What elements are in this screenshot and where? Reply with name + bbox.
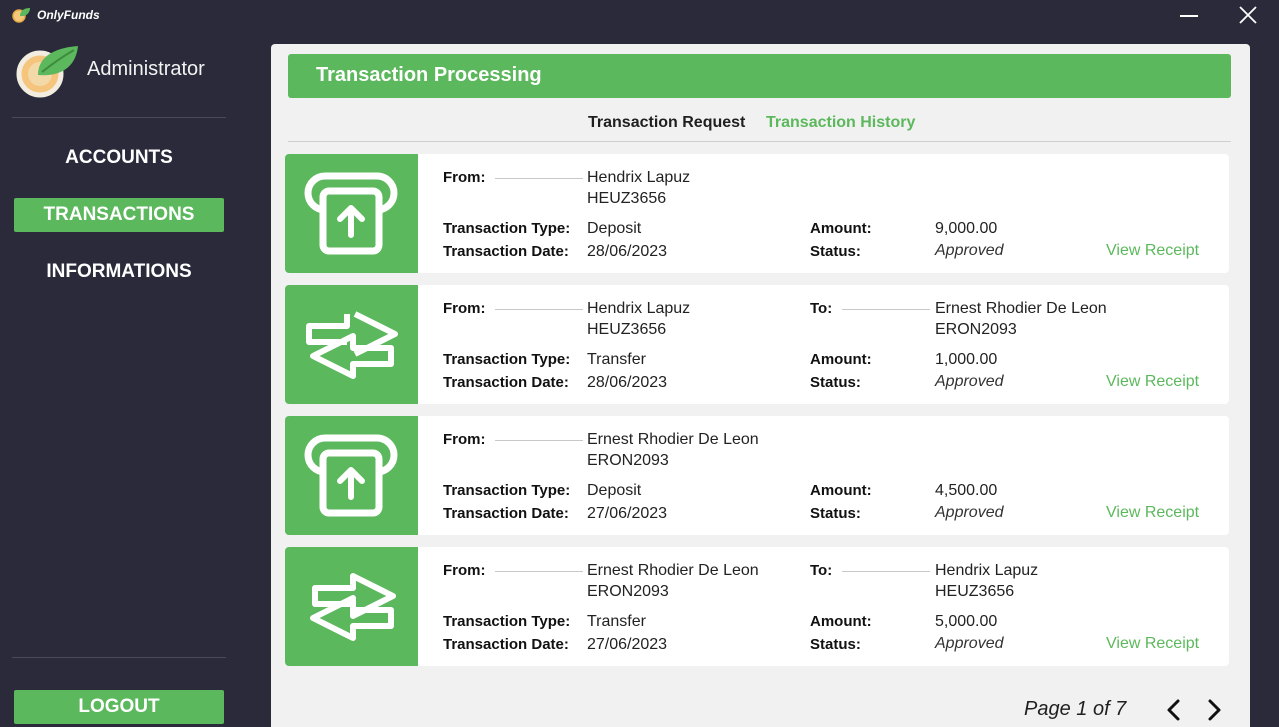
transaction-date-label: Transaction Date: xyxy=(443,636,569,653)
amount-value: 4,500.00 xyxy=(935,482,998,499)
view-receipt-link[interactable]: View Receipt xyxy=(1106,635,1199,653)
transaction-date-value: 28/06/2023 xyxy=(587,243,668,260)
transaction-type-value: Transfer xyxy=(587,351,646,368)
to-name: Hendrix Lapuz xyxy=(935,562,1039,579)
tab-divider xyxy=(288,141,1231,142)
transaction-type-label: Transaction Type: xyxy=(443,482,571,499)
view-receipt-link[interactable]: View Receipt xyxy=(1106,242,1199,260)
minimize-icon[interactable] xyxy=(1180,4,1200,24)
amount-value: 9,000.00 xyxy=(935,220,998,237)
from-account-id: ERON2093 xyxy=(587,452,669,469)
page-header: Transaction Processing xyxy=(288,54,1231,98)
transaction-date-value: 28/06/2023 xyxy=(587,374,668,391)
status-value: Approved xyxy=(935,635,1004,652)
status-label: Status: xyxy=(810,636,861,653)
transaction-card: From: Ernest Rhodier De Leon ERON2093 Tr… xyxy=(285,416,1229,535)
app-title: OnlyFunds xyxy=(37,8,100,22)
tab-transaction-request[interactable]: Transaction Request xyxy=(588,114,745,132)
logout-button[interactable]: LOGOUT xyxy=(14,690,224,724)
tab-transaction-history[interactable]: Transaction History xyxy=(766,114,915,132)
sidebar-item-transactions[interactable]: TRANSACTIONS xyxy=(14,198,224,232)
view-receipt-link[interactable]: View Receipt xyxy=(1106,373,1199,391)
transaction-type-label: Transaction Type: xyxy=(443,220,571,237)
status-value: Approved xyxy=(935,504,1004,521)
from-label: From: xyxy=(443,169,486,186)
transaction-card: From: Hendrix Lapuz HEUZ3656 To: Ernest … xyxy=(285,285,1229,404)
amount-label: Amount: xyxy=(810,613,872,630)
transaction-icon-box xyxy=(285,547,418,666)
transaction-date-value: 27/06/2023 xyxy=(587,505,668,522)
transaction-type-value: Deposit xyxy=(587,220,642,237)
from-name: Ernest Rhodier De Leon xyxy=(587,562,759,579)
page-title: Transaction Processing xyxy=(316,64,542,86)
deposit-icon xyxy=(304,434,398,517)
from-account-id: HEUZ3656 xyxy=(587,190,667,207)
transaction-date-label: Transaction Date: xyxy=(443,243,569,260)
amount-label: Amount: xyxy=(810,220,872,237)
from-name: Ernest Rhodier De Leon xyxy=(587,431,759,448)
avatar xyxy=(16,46,78,98)
from-label: From: xyxy=(443,431,486,448)
status-label: Status: xyxy=(810,374,861,391)
from-account-id: ERON2093 xyxy=(587,583,669,600)
sidebar-item-informations[interactable]: INFORMATIONS xyxy=(14,255,224,289)
sidebar-item-accounts[interactable]: ACCOUNTS xyxy=(14,141,224,175)
main-panel: Transaction Processing Transaction Reque… xyxy=(271,44,1250,727)
leader-line xyxy=(495,178,583,179)
transaction-date-label: Transaction Date: xyxy=(443,505,569,522)
sidebar-divider xyxy=(12,657,226,658)
status-label: Status: xyxy=(810,243,861,260)
leader-line xyxy=(842,571,930,572)
sidebar: Administrator ACCOUNTS TRANSACTIONS INFO… xyxy=(0,32,241,727)
transfer-icon xyxy=(310,573,396,641)
deposit-icon xyxy=(304,172,398,255)
to-label: To: xyxy=(810,300,833,317)
page-indicator: Page 1 of 7 xyxy=(1024,698,1127,720)
app-logo-icon xyxy=(12,8,30,23)
transaction-icon-box xyxy=(285,285,418,404)
transaction-type-value: Deposit xyxy=(587,482,642,499)
from-account-id: HEUZ3656 xyxy=(587,321,667,338)
amount-value: 1,000.00 xyxy=(935,351,998,368)
leader-line xyxy=(842,309,930,310)
transaction-card: From: Ernest Rhodier De Leon ERON2093 To… xyxy=(285,547,1229,666)
transaction-date-value: 27/06/2023 xyxy=(587,636,668,653)
to-account-id: HEUZ3656 xyxy=(935,583,1015,600)
chevron-left-icon[interactable] xyxy=(1164,697,1184,723)
view-receipt-link[interactable]: View Receipt xyxy=(1106,504,1199,522)
leader-line xyxy=(495,440,583,441)
sidebar-divider xyxy=(12,117,226,118)
transfer-icon xyxy=(306,311,398,379)
transaction-type-label: Transaction Type: xyxy=(443,613,571,630)
status-value: Approved xyxy=(935,373,1004,390)
admin-name: Administrator xyxy=(87,58,205,80)
amount-label: Amount: xyxy=(810,482,872,499)
amount-value: 5,000.00 xyxy=(935,613,998,630)
transaction-type-label: Transaction Type: xyxy=(443,351,571,368)
status-value: Approved xyxy=(935,242,1004,259)
title-bar: OnlyFunds xyxy=(0,0,1279,32)
transaction-date-label: Transaction Date: xyxy=(443,374,569,391)
from-label: From: xyxy=(443,562,486,579)
to-account-id: ERON2093 xyxy=(935,321,1017,338)
to-name: Ernest Rhodier De Leon xyxy=(935,300,1107,317)
amount-label: Amount: xyxy=(810,351,872,368)
transaction-icon-box xyxy=(285,416,418,535)
to-label: To: xyxy=(810,562,833,579)
from-name: Hendrix Lapuz xyxy=(587,169,691,186)
close-icon[interactable] xyxy=(1237,4,1259,26)
chevron-right-icon[interactable] xyxy=(1204,697,1224,723)
leader-line xyxy=(495,309,583,310)
transaction-type-value: Transfer xyxy=(587,613,646,630)
transaction-card: From: Hendrix Lapuz HEUZ3656 Transaction… xyxy=(285,154,1229,273)
transaction-icon-box xyxy=(285,154,418,273)
from-label: From: xyxy=(443,300,486,317)
status-label: Status: xyxy=(810,505,861,522)
from-name: Hendrix Lapuz xyxy=(587,300,691,317)
leader-line xyxy=(495,571,583,572)
